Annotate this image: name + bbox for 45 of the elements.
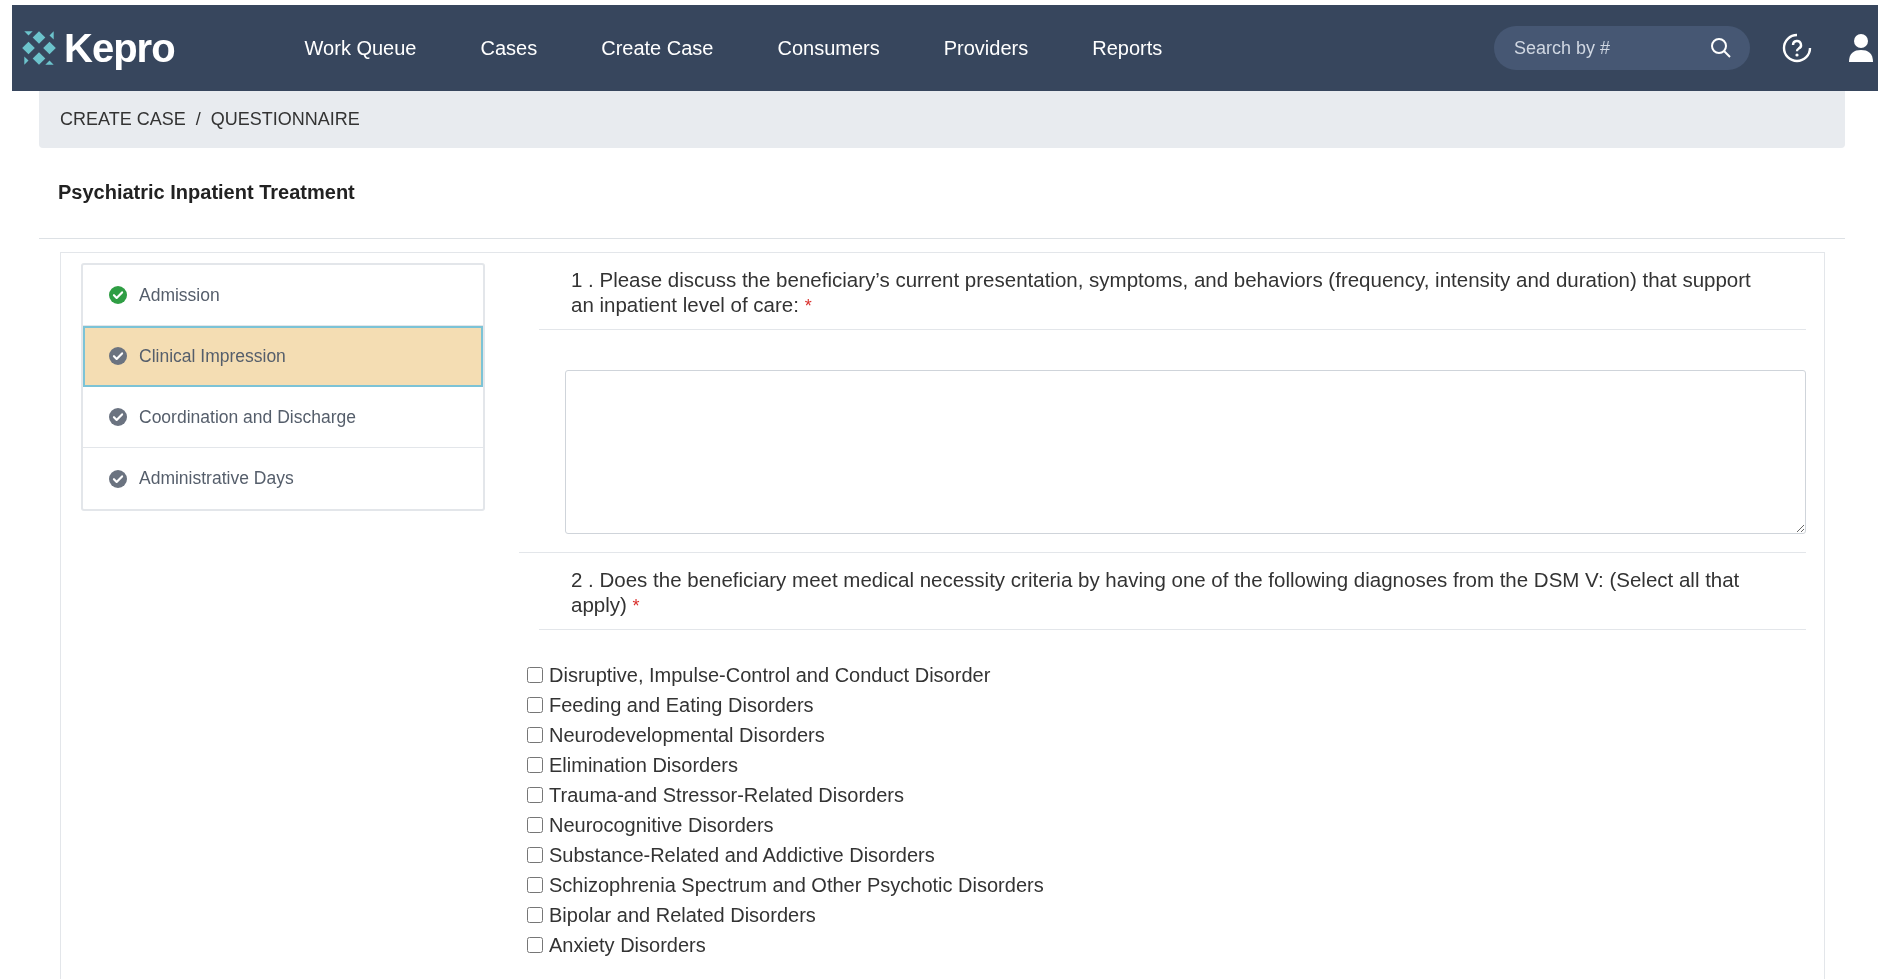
step-label: Clinical Impression	[139, 345, 286, 367]
checkbox[interactable]	[527, 757, 543, 773]
breadcrumb-separator: /	[195, 109, 201, 130]
logo-text: Kepro	[64, 25, 175, 71]
option-label: Trauma-and Stressor-Related Disorders	[549, 783, 904, 807]
option-label: Schizophrenia Spectrum and Other Psychotic Disorders	[549, 873, 1044, 897]
help-icon[interactable]	[1782, 33, 1812, 63]
breadcrumb-item[interactable]: CREATE CASE	[60, 109, 186, 130]
user-icon[interactable]	[1848, 33, 1874, 63]
question-text: 2 . Does the beneficiary meet medical necessity criteria by having one of the following diagnoses from the DSM V: (Select all that apply) *	[539, 553, 1806, 630]
nav-link[interactable]: Providers	[911, 36, 1061, 60]
option-label: Elimination Disorders	[549, 753, 738, 777]
nav-link[interactable]: Reports	[1060, 36, 1195, 60]
option-label: Neurodevelopmental Disorders	[549, 723, 825, 747]
nav-link[interactable]: Create Case	[569, 36, 746, 60]
nav-link[interactable]: Consumers	[745, 36, 912, 60]
page-title: Psychiatric Inpatient Treatment	[39, 148, 1845, 239]
option-label: Substance-Related and Addictive Disorders	[549, 843, 935, 867]
option-label: Feeding and Eating Disorders	[549, 693, 814, 717]
checkbox[interactable]	[527, 817, 543, 833]
nav-link[interactable]: Work Queue	[272, 36, 449, 60]
nav-link[interactable]: Cases	[448, 36, 570, 60]
checkbox[interactable]	[527, 727, 543, 743]
step-label: Administrative Days	[139, 468, 294, 489]
checkbox[interactable]	[527, 877, 543, 893]
checkbox[interactable]	[527, 907, 543, 923]
checkbox[interactable]	[527, 667, 543, 683]
question-text: 1 . Please discuss the beneficiary’s current presentation, symptoms, and behaviors (frequency, intensity and duration) that support an inpatient level of care: *	[539, 253, 1806, 330]
breadcrumb-item: QUESTIONNAIRE	[210, 109, 360, 130]
option-label: Disruptive, Impulse-Control and Conduct Disorder	[549, 663, 991, 687]
answer-field[interactable]	[565, 370, 1806, 534]
search-icon[interactable]	[1710, 37, 1732, 59]
step-tab[interactable]: Clinical Impression	[83, 326, 483, 387]
step-label: Admission	[139, 284, 220, 306]
step-tab[interactable]: Administrative Days	[83, 448, 483, 509]
option-label: Bipolar and Related Disorders	[549, 903, 816, 927]
checkbox[interactable]	[527, 697, 543, 713]
checkbox[interactable]	[527, 787, 543, 803]
search-field[interactable]: Search by #	[1494, 26, 1750, 70]
step-tab[interactable]: Coordination and Discharge	[83, 387, 483, 448]
checkbox[interactable]	[527, 847, 543, 863]
step-label: Coordination and Discharge	[139, 406, 356, 428]
checkbox[interactable]	[527, 937, 543, 953]
option-label: Neurocognitive Disorders	[549, 813, 774, 837]
option-label: Anxiety Disorders	[549, 933, 706, 957]
